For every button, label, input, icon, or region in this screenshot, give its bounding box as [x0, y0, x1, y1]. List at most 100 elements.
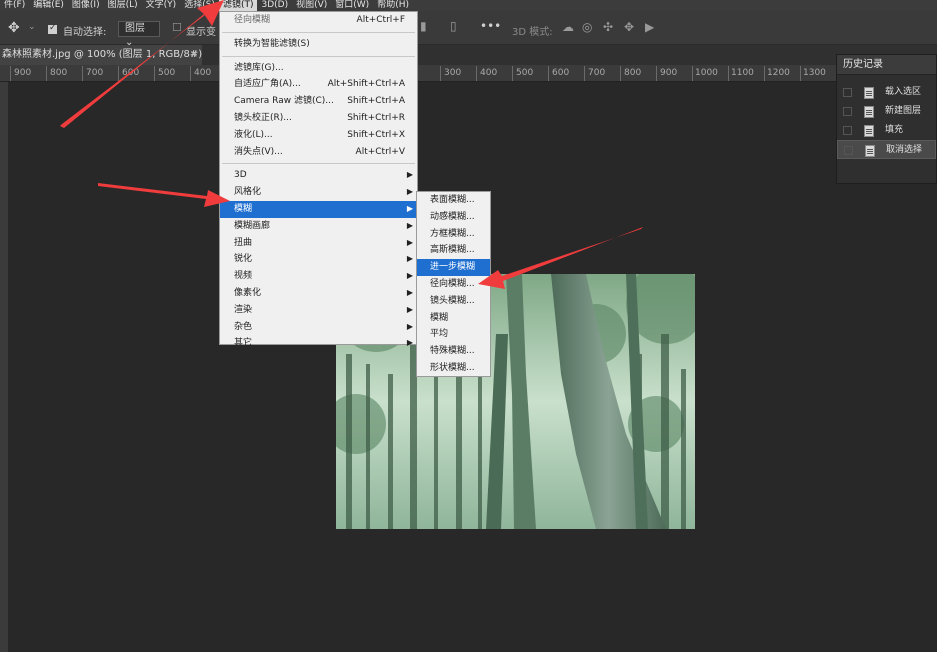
ruler-label: 500 [158, 68, 176, 78]
blur-submenu-item[interactable]: 动感模糊... [417, 209, 490, 226]
move-tool-icon[interactable]: ✥ [8, 20, 20, 36]
submenu-arrow-icon: ▶ [406, 203, 413, 213]
pan-3d-icon[interactable]: ✣ [603, 20, 613, 34]
ruler-label: 1200 [767, 68, 790, 78]
filter-menu-item[interactable]: 滤镜库(G)... [220, 60, 417, 77]
submenu-arrow-icon: ▶ [406, 338, 413, 348]
menu-view[interactable]: 视图(V) [292, 0, 331, 11]
menu-filter[interactable]: 滤镜(T) [218, 0, 258, 11]
auto-select-dropdown[interactable]: 图层 ⌄ [118, 21, 160, 48]
transform-checkbox[interactable]: ☐ [172, 21, 182, 34]
camera-3d-icon[interactable]: ▶ [645, 20, 654, 34]
filter-submenu-other[interactable]: 其它 ▶ [220, 335, 417, 352]
filter-menu-item[interactable]: 消失点(V)... Alt+Ctrl+V [220, 144, 417, 161]
filter-submenu-sharpen[interactable]: 锐化 ▶ [220, 251, 417, 268]
filter-submenu-noise[interactable]: 杂色 ▶ [220, 319, 417, 336]
submenu-arrow-icon: ▶ [406, 304, 413, 314]
ruler-label: 1100 [731, 68, 754, 78]
filter-menu-item[interactable]: 径向模糊 Alt+Ctrl+F [220, 12, 417, 29]
ruler-label: 500 [516, 68, 534, 78]
blur-submenu-item[interactable]: 高斯模糊... [417, 242, 490, 259]
ruler-label: 300 [444, 68, 462, 78]
auto-select-value: 图层 [125, 23, 145, 34]
document-icon [864, 87, 874, 99]
filter-submenu-video[interactable]: 视频 ▶ [220, 268, 417, 285]
submenu-arrow-icon: ▶ [406, 170, 413, 180]
filter-submenu-blur[interactable]: 模糊 ▶ [220, 200, 417, 218]
submenu-arrow-icon: ▶ [406, 237, 413, 247]
menu-layer[interactable]: 图层(L) [104, 0, 142, 11]
history-item[interactable]: 新建图层 [837, 102, 936, 121]
document-tab-title: 森林照素材.jpg @ 100% (图层 1, RGB/8#) * [2, 49, 202, 60]
filter-submenu-3d[interactable]: 3D ▶ [220, 167, 417, 184]
history-snapshot-checkbox[interactable] [843, 126, 852, 135]
blur-submenu-item[interactable]: 平均 [417, 326, 490, 343]
horizontal-ruler: 900 800 700 600 500 400 300 400 500 600 … [0, 65, 937, 82]
filter-menu: 径向模糊 Alt+Ctrl+F 转换为智能滤镜(S) 滤镜库(G)... 自适应广… [219, 11, 418, 348]
filter-submenu-pixelate[interactable]: 像素化 ▶ [220, 285, 417, 302]
filter-submenu-distort[interactable]: 扭曲 ▶ [220, 235, 417, 252]
distribute-icon[interactable]: ▯ [450, 19, 457, 33]
history-item-label: 新建图层 [885, 106, 922, 116]
history-item[interactable]: 载入选区 [837, 83, 936, 102]
history-snapshot-checkbox[interactable] [844, 146, 853, 155]
document-icon [865, 145, 875, 157]
slide-3d-icon[interactable]: ✥ [624, 20, 634, 34]
menu-edit[interactable]: 编辑(E) [29, 0, 68, 11]
document-tab[interactable]: 森林照素材.jpg @ 100% (图层 1, RGB/8#) * × [0, 45, 202, 65]
history-item-selected[interactable]: 取消选择 [837, 140, 936, 159]
blur-submenu-item[interactable]: 方框模糊... [417, 226, 490, 243]
ruler-label: 1000 [695, 68, 718, 78]
blur-submenu-item[interactable]: 特殊模糊... [417, 343, 490, 360]
submenu-arrow-icon: ▶ [406, 321, 413, 331]
auto-select-label: 自动选择: [63, 27, 107, 38]
history-snapshot-checkbox[interactable] [843, 107, 852, 116]
blur-submenu-item[interactable]: 模糊 [417, 310, 490, 327]
menu-select[interactable]: 选择(S) [180, 0, 219, 11]
menu-file[interactable]: 件(F) [0, 0, 29, 11]
ruler-label: 400 [480, 68, 498, 78]
history-item-label: 载入选区 [885, 87, 922, 97]
more-icon[interactable]: ••• [480, 19, 501, 33]
filter-menu-item[interactable]: Camera Raw 滤镜(C)... Shift+Ctrl+A [220, 93, 417, 110]
filter-submenu-render[interactable]: 渲染 ▶ [220, 302, 417, 319]
history-item-label: 填充 [885, 125, 904, 135]
filter-menu-item[interactable]: 液化(L)... Shift+Ctrl+X [220, 127, 417, 144]
filter-menu-item[interactable]: 自适应广角(A)... Alt+Shift+Ctrl+A [220, 76, 417, 93]
orbit-3d-icon[interactable]: ☁ [562, 20, 574, 34]
ruler-label: 800 [624, 68, 642, 78]
blur-submenu-item[interactable]: 镜头模糊... [417, 293, 490, 310]
menu-bar: 件(F) 编辑(E) 图像(I) 图层(L) 文字(Y) 选择(S) 滤镜(T)… [0, 0, 937, 11]
filter-menu-item[interactable]: 转换为智能滤镜(S) [220, 36, 417, 53]
ruler-label: 400 [194, 68, 212, 78]
chevron-down-icon[interactable]: ⌄ [28, 22, 36, 32]
submenu-arrow-icon: ▶ [406, 220, 413, 230]
history-panel-title[interactable]: 历史记录 [837, 55, 936, 75]
menu-type[interactable]: 文字(Y) [142, 0, 181, 11]
history-item[interactable]: 填充 [837, 121, 936, 140]
menu-image[interactable]: 图像(I) [68, 0, 104, 11]
history-snapshot-checkbox[interactable] [843, 88, 852, 97]
history-item-label: 取消选择 [886, 145, 923, 155]
blur-submenu-item[interactable]: 形状模糊... [417, 360, 490, 377]
blur-submenu-item[interactable]: 表面模糊... [417, 192, 490, 209]
document-icon [864, 125, 874, 137]
ruler-label: 700 [588, 68, 606, 78]
auto-select-checkbox[interactable] [48, 23, 57, 34]
menu-window[interactable]: 窗口(W) [331, 0, 373, 11]
blur-submenu-item-blur-more[interactable]: 进一步模糊 [417, 259, 490, 276]
menu-3d[interactable]: 3D(D) [257, 0, 292, 11]
ruler-label: 700 [86, 68, 104, 78]
3d-mode-label: 3D 模式: [512, 27, 553, 38]
roll-3d-icon[interactable]: ◎ [582, 20, 592, 34]
ruler-label: 600 [122, 68, 140, 78]
ruler-label: 1300 [803, 68, 826, 78]
close-icon[interactable]: × [190, 45, 198, 65]
filter-menu-item[interactable]: 镜头校正(R)... Shift+Ctrl+R [220, 110, 417, 127]
menu-help[interactable]: 帮助(H) [373, 0, 413, 11]
filter-submenu-blur-gallery[interactable]: 模糊画廊 ▶ [220, 218, 417, 235]
align-icon[interactable]: ▮ [420, 19, 427, 33]
blur-submenu-item[interactable]: 径向模糊... [417, 276, 490, 293]
document-icon [864, 106, 874, 118]
filter-submenu-stylize[interactable]: 风格化 ▶ [220, 184, 417, 201]
